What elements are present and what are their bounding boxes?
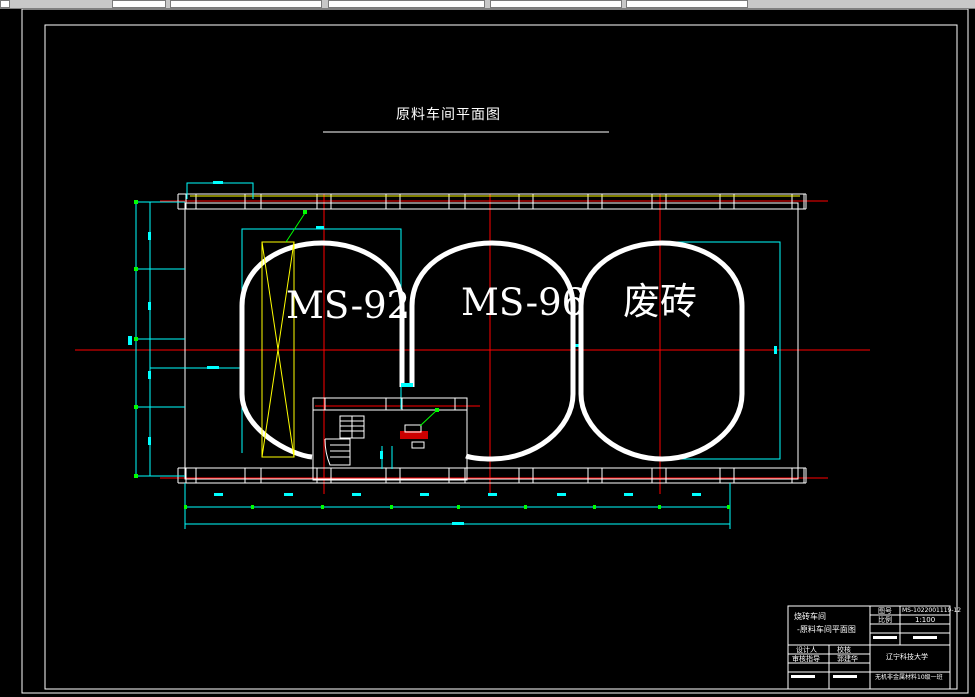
title-block-drawing-no: MS-1022001119-12	[902, 607, 962, 614]
left-dimension	[135, 201, 240, 477]
toolbar	[0, 0, 975, 9]
title-block-project-line1: 烧砖车间	[794, 612, 826, 621]
title-block-drawing-no-label: 图号	[878, 607, 892, 615]
area-label-ms96: MS-96	[461, 281, 586, 324]
axis-lines	[75, 194, 870, 494]
drawing-title: 原料车间平面图	[396, 107, 501, 123]
toolbar-field-3[interactable]	[170, 0, 322, 8]
title-block-scale: 1:100	[915, 616, 936, 624]
mixer-equipment	[400, 408, 439, 449]
stockpile-outlines	[239, 240, 745, 462]
toolbar-field-5[interactable]	[490, 0, 622, 8]
top-dimension	[186, 182, 254, 199]
toolbar-field-6[interactable]	[626, 0, 748, 8]
title-block-project-line2: -原料车间平面图	[797, 625, 856, 634]
area-label-ms92: MS-92	[286, 284, 411, 327]
title-block-reviewer-name: 郭建华	[837, 655, 858, 663]
title-block-scale-label: 比例	[878, 616, 892, 624]
toolbar-field-2[interactable]	[112, 0, 166, 8]
title-block-designer-label: 设计人	[796, 646, 817, 654]
title-block-reviewer-label: 审核指导	[792, 655, 820, 663]
toolbar-field-1[interactable]	[0, 0, 10, 8]
bay-outlines	[241, 228, 781, 460]
title-block-school: 辽宁科技大学	[886, 653, 928, 661]
toolbar-field-4[interactable]	[328, 0, 485, 8]
area-label-waste-brick: 废砖	[623, 280, 697, 323]
cad-canvas[interactable]: 原料车间平面图 MS-92 MS-96 废砖 烧砖车间 -原料车间平面图 图号 …	[0, 9, 975, 697]
title-block-check-label: 校核	[837, 646, 851, 654]
title-block-class: 无机非金属材料10级一班	[875, 674, 943, 681]
bottom-wall	[177, 467, 807, 484]
sheet-inner-frame	[44, 24, 958, 690]
